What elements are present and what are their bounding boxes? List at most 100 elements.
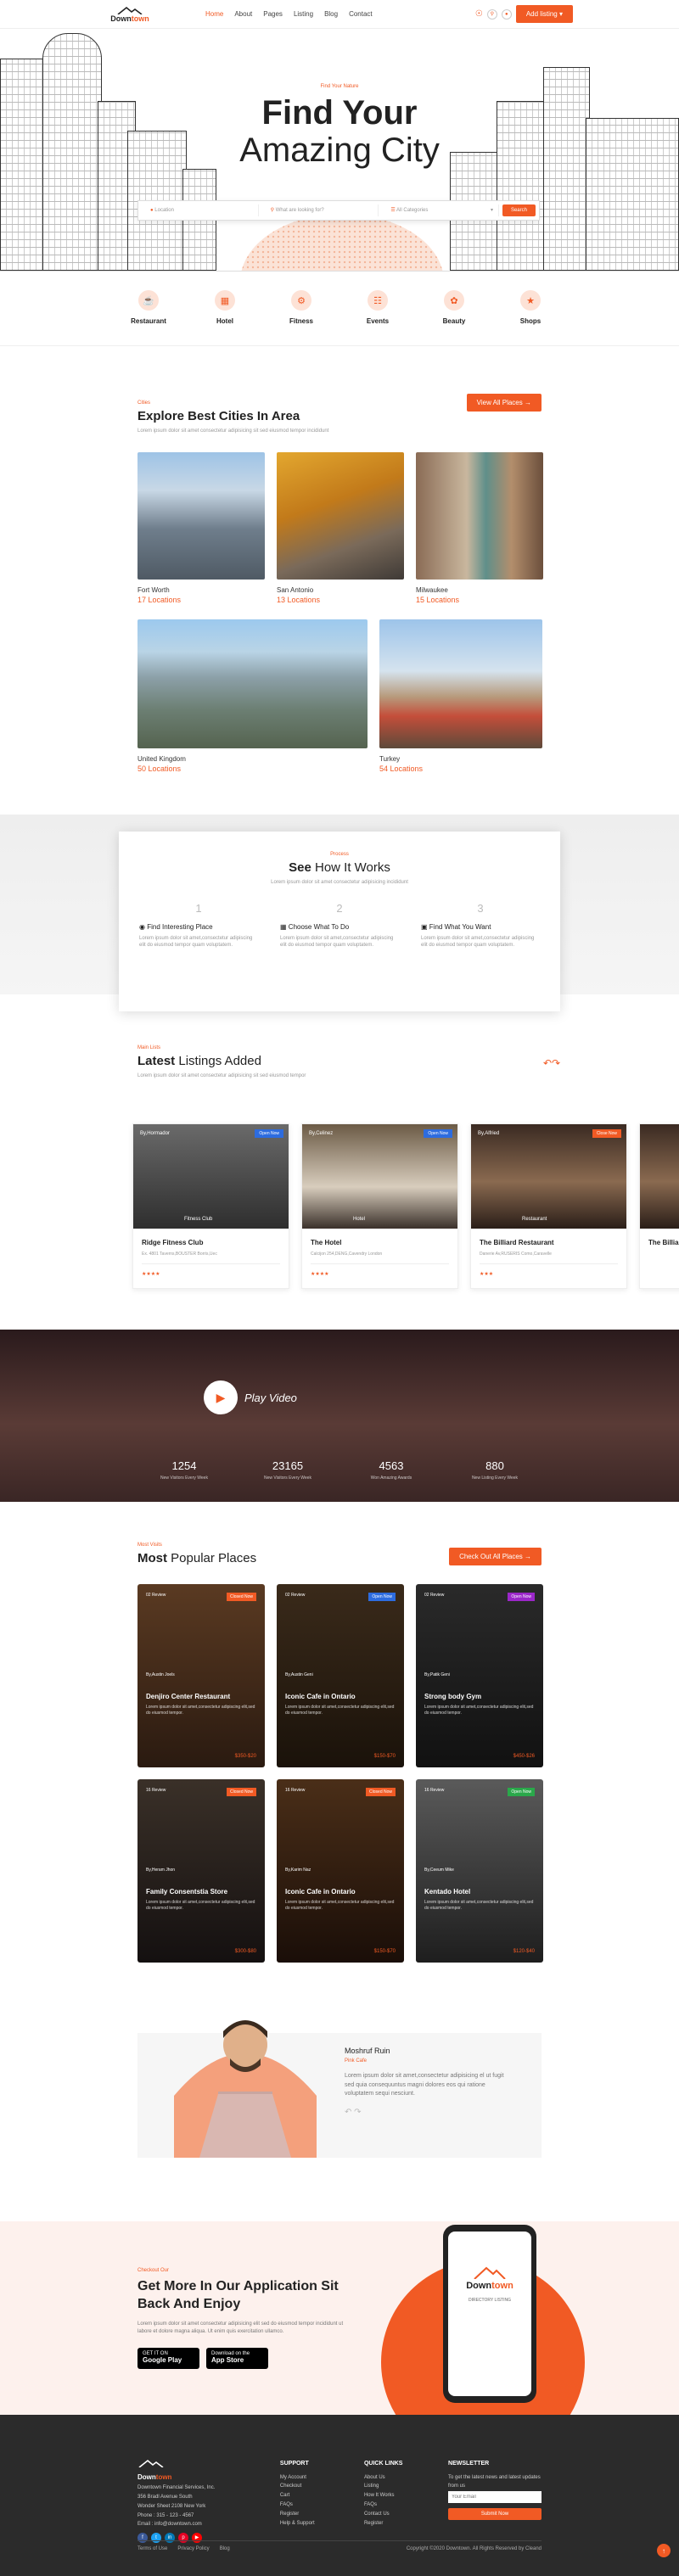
nav-home[interactable]: Home xyxy=(205,10,223,18)
stat: 23165 New Visitors Every Week xyxy=(241,1459,334,1481)
play-video-label: Play Video xyxy=(244,1391,297,1404)
cart-icon[interactable]: ☉ xyxy=(475,9,483,19)
category-events[interactable]: ☷ Events xyxy=(359,290,396,345)
footer-link[interactable]: Checkout xyxy=(280,2482,330,2491)
nav-blog[interactable]: Blog xyxy=(324,10,338,18)
hotel-icon: ▦ xyxy=(215,290,235,311)
category-fitness[interactable]: ⚙ Fitness xyxy=(283,290,320,345)
listing-card[interactable]: The Billia xyxy=(639,1123,679,1289)
place-card[interactable]: 02 Review Open Now By,Patik Geni Strong bod… xyxy=(416,1584,543,1767)
category-beauty[interactable]: ✿ Beauty xyxy=(435,290,473,345)
city-card[interactable]: Fort Worth 17 Locations xyxy=(137,452,265,604)
screen-text: DIRECTORY LISTING xyxy=(468,2298,511,2303)
place-card[interactable]: 16 Review Open Now By,Ceeum Mike Kentado Ho… xyxy=(416,1779,543,1963)
keyword-field[interactable]: ⚲ What are looking for? xyxy=(259,204,379,216)
testimonial-section: Moshruf Ruin Pink Cafe Lorem ipsum dolor… xyxy=(0,1994,679,2221)
user-icon[interactable]: ● xyxy=(501,8,512,20)
app-desc: Lorem ipsum dolor sit amet consectetur a… xyxy=(137,2321,344,2334)
view-all-places-button[interactable]: View All Places → xyxy=(466,394,542,412)
city-card[interactable]: Turkey 54 Locations xyxy=(379,619,542,773)
search-icon[interactable]: ⚲ xyxy=(486,8,497,20)
shops-icon: ★ xyxy=(520,290,541,311)
place-card[interactable]: 16 Review Closed Now By,Karim Naz Iconic Ca… xyxy=(277,1779,404,1963)
status-badge: Close Now xyxy=(592,1129,621,1138)
nav-listing[interactable]: Listing xyxy=(294,10,313,18)
location-field[interactable]: ● Location xyxy=(138,204,259,216)
place-card[interactable]: 16 Review Closed Now By,Heram Jhon Family C… xyxy=(137,1779,265,1963)
city-card[interactable]: United Kingdom 50 Locations xyxy=(137,619,368,773)
section-subtitle: Main Lists xyxy=(137,1045,161,1050)
footer-link[interactable]: Register xyxy=(364,2519,414,2528)
place-desc: Lorem ipsum dolor sit amet,consectetur a… xyxy=(285,1900,395,1911)
app-store-button[interactable]: Download on the App Store xyxy=(206,2347,268,2369)
status-badge: Closed Now xyxy=(366,1788,396,1796)
footer-link[interactable]: FAQs xyxy=(280,2500,330,2510)
footer-link[interactable]: My Account xyxy=(280,2473,330,2483)
google-play-button[interactable]: GET IT ON Google Play xyxy=(137,2347,199,2369)
nav-about[interactable]: About xyxy=(234,10,252,18)
footer-bottom-bar: Terms of Use Privacy Policy Blog Copyrig… xyxy=(137,2540,542,2551)
city-image xyxy=(277,452,404,580)
location-placeholder: Location xyxy=(154,208,174,213)
category-strip: ☕ Restaurant ▦ Hotel ⚙ Fitness ☷ Events ✿ Bea… xyxy=(0,272,679,346)
footer-link[interactable]: Register xyxy=(280,2510,330,2519)
city-card[interactable]: San Antonio 13 Locations xyxy=(277,452,404,604)
footer-link[interactable]: FAQs xyxy=(364,2500,414,2510)
list-icon: ☰ xyxy=(390,208,396,213)
logo-text-a: Down xyxy=(137,2472,156,2481)
add-listing-button[interactable]: Add listing ▾ xyxy=(515,5,573,23)
footer-bottom-link[interactable]: Terms of Use xyxy=(137,2546,167,2551)
search-button[interactable]: Search xyxy=(502,204,536,216)
slider-arrows-icon[interactable]: ↶ ↷ xyxy=(345,2108,514,2117)
nav-contact[interactable]: Contact xyxy=(349,10,373,18)
category-restaurant[interactable]: ☕ Restaurant xyxy=(130,290,167,345)
step-title: Find Interesting Place xyxy=(147,923,213,931)
footer: Downtown Downtown Financial Services, In… xyxy=(0,2415,679,2576)
step-3: 3 ▣ Find What You Want Lorem ipsum dolor s… xyxy=(421,902,540,949)
place-card[interactable]: 02 Review Closed Now By,Austin Joels Denjir… xyxy=(137,1584,265,1767)
stat: 1254 New Visitors Every Week xyxy=(137,1459,231,1481)
hero-title: Find Your xyxy=(261,94,418,132)
listing-category: Hotel xyxy=(353,1217,366,1222)
section-subtitle: Cities xyxy=(137,400,151,406)
step-number: 2 xyxy=(336,902,343,915)
category-hotel[interactable]: ▦ Hotel xyxy=(206,290,244,345)
category-shops[interactable]: ★ Shops xyxy=(512,290,549,345)
listing-card[interactable]: By,Celinez Open Now Hotel The Hotel Calcijon… xyxy=(301,1123,458,1289)
city-count: 17 Locations xyxy=(137,596,182,604)
logo-text-a: Down xyxy=(466,2281,492,2291)
footer-link[interactable]: Listing xyxy=(364,2482,414,2491)
logo-text-b: town xyxy=(491,2281,513,2291)
place-card[interactable]: 02 Review Open Now By,Austin Geni Iconic Ca… xyxy=(277,1584,404,1767)
footer-link[interactable]: How It Works xyxy=(364,2491,414,2500)
city-name: United Kingdom xyxy=(137,755,186,763)
listing-name: The Billia xyxy=(648,1239,679,1246)
city-card[interactable]: Milwaukee 15 Locations xyxy=(416,452,543,604)
back-to-top-icon[interactable]: ↑ xyxy=(657,2544,671,2557)
newsletter-email-input[interactable] xyxy=(448,2491,542,2504)
listing-image xyxy=(640,1124,679,1229)
place-name: Kentado Hotel xyxy=(424,1888,471,1896)
keyword-placeholder: What are looking for? xyxy=(275,208,324,213)
checklist-icon: ▦ xyxy=(280,923,287,931)
footer-link[interactable]: Contact Us xyxy=(364,2510,414,2519)
footer-link[interactable]: Help & Support xyxy=(280,2519,330,2528)
footer-link[interactable]: Cart xyxy=(280,2491,330,2500)
footer-email: Email : info@downtown.com xyxy=(137,2522,202,2528)
listing-card[interactable]: By,Hormador Open Now Fitness Club Ridge Fit… xyxy=(132,1123,289,1289)
map-pin-icon: ● xyxy=(150,208,154,213)
footer-link[interactable]: About Us xyxy=(364,2473,414,2483)
how-it-works-box: Process See How It Works Lorem ipsum dol… xyxy=(119,832,560,1011)
category-select[interactable]: ☰ All Categories ▾ xyxy=(379,204,499,216)
play-video-button[interactable]: ▶ Play Video xyxy=(204,1380,297,1414)
logo-text-b: town xyxy=(155,2472,172,2481)
city-count: 13 Locations xyxy=(277,596,321,604)
footer-bottom-link[interactable]: Privacy Policy xyxy=(177,2546,209,2551)
nav-pages[interactable]: Pages xyxy=(263,10,283,18)
newsletter-submit-button[interactable]: Submit Now xyxy=(448,2508,542,2521)
check-out-all-places-button[interactable]: Check Out All Places → xyxy=(449,1548,542,1565)
logo[interactable]: Downtown xyxy=(109,6,151,23)
listing-card[interactable]: By,Alfried Close Now Restaurant The Billiar… xyxy=(470,1123,627,1289)
carousel-arrows-icon[interactable]: ↶↷ xyxy=(543,1057,560,1069)
footer-bottom-link[interactable]: Blog xyxy=(220,2546,230,2551)
